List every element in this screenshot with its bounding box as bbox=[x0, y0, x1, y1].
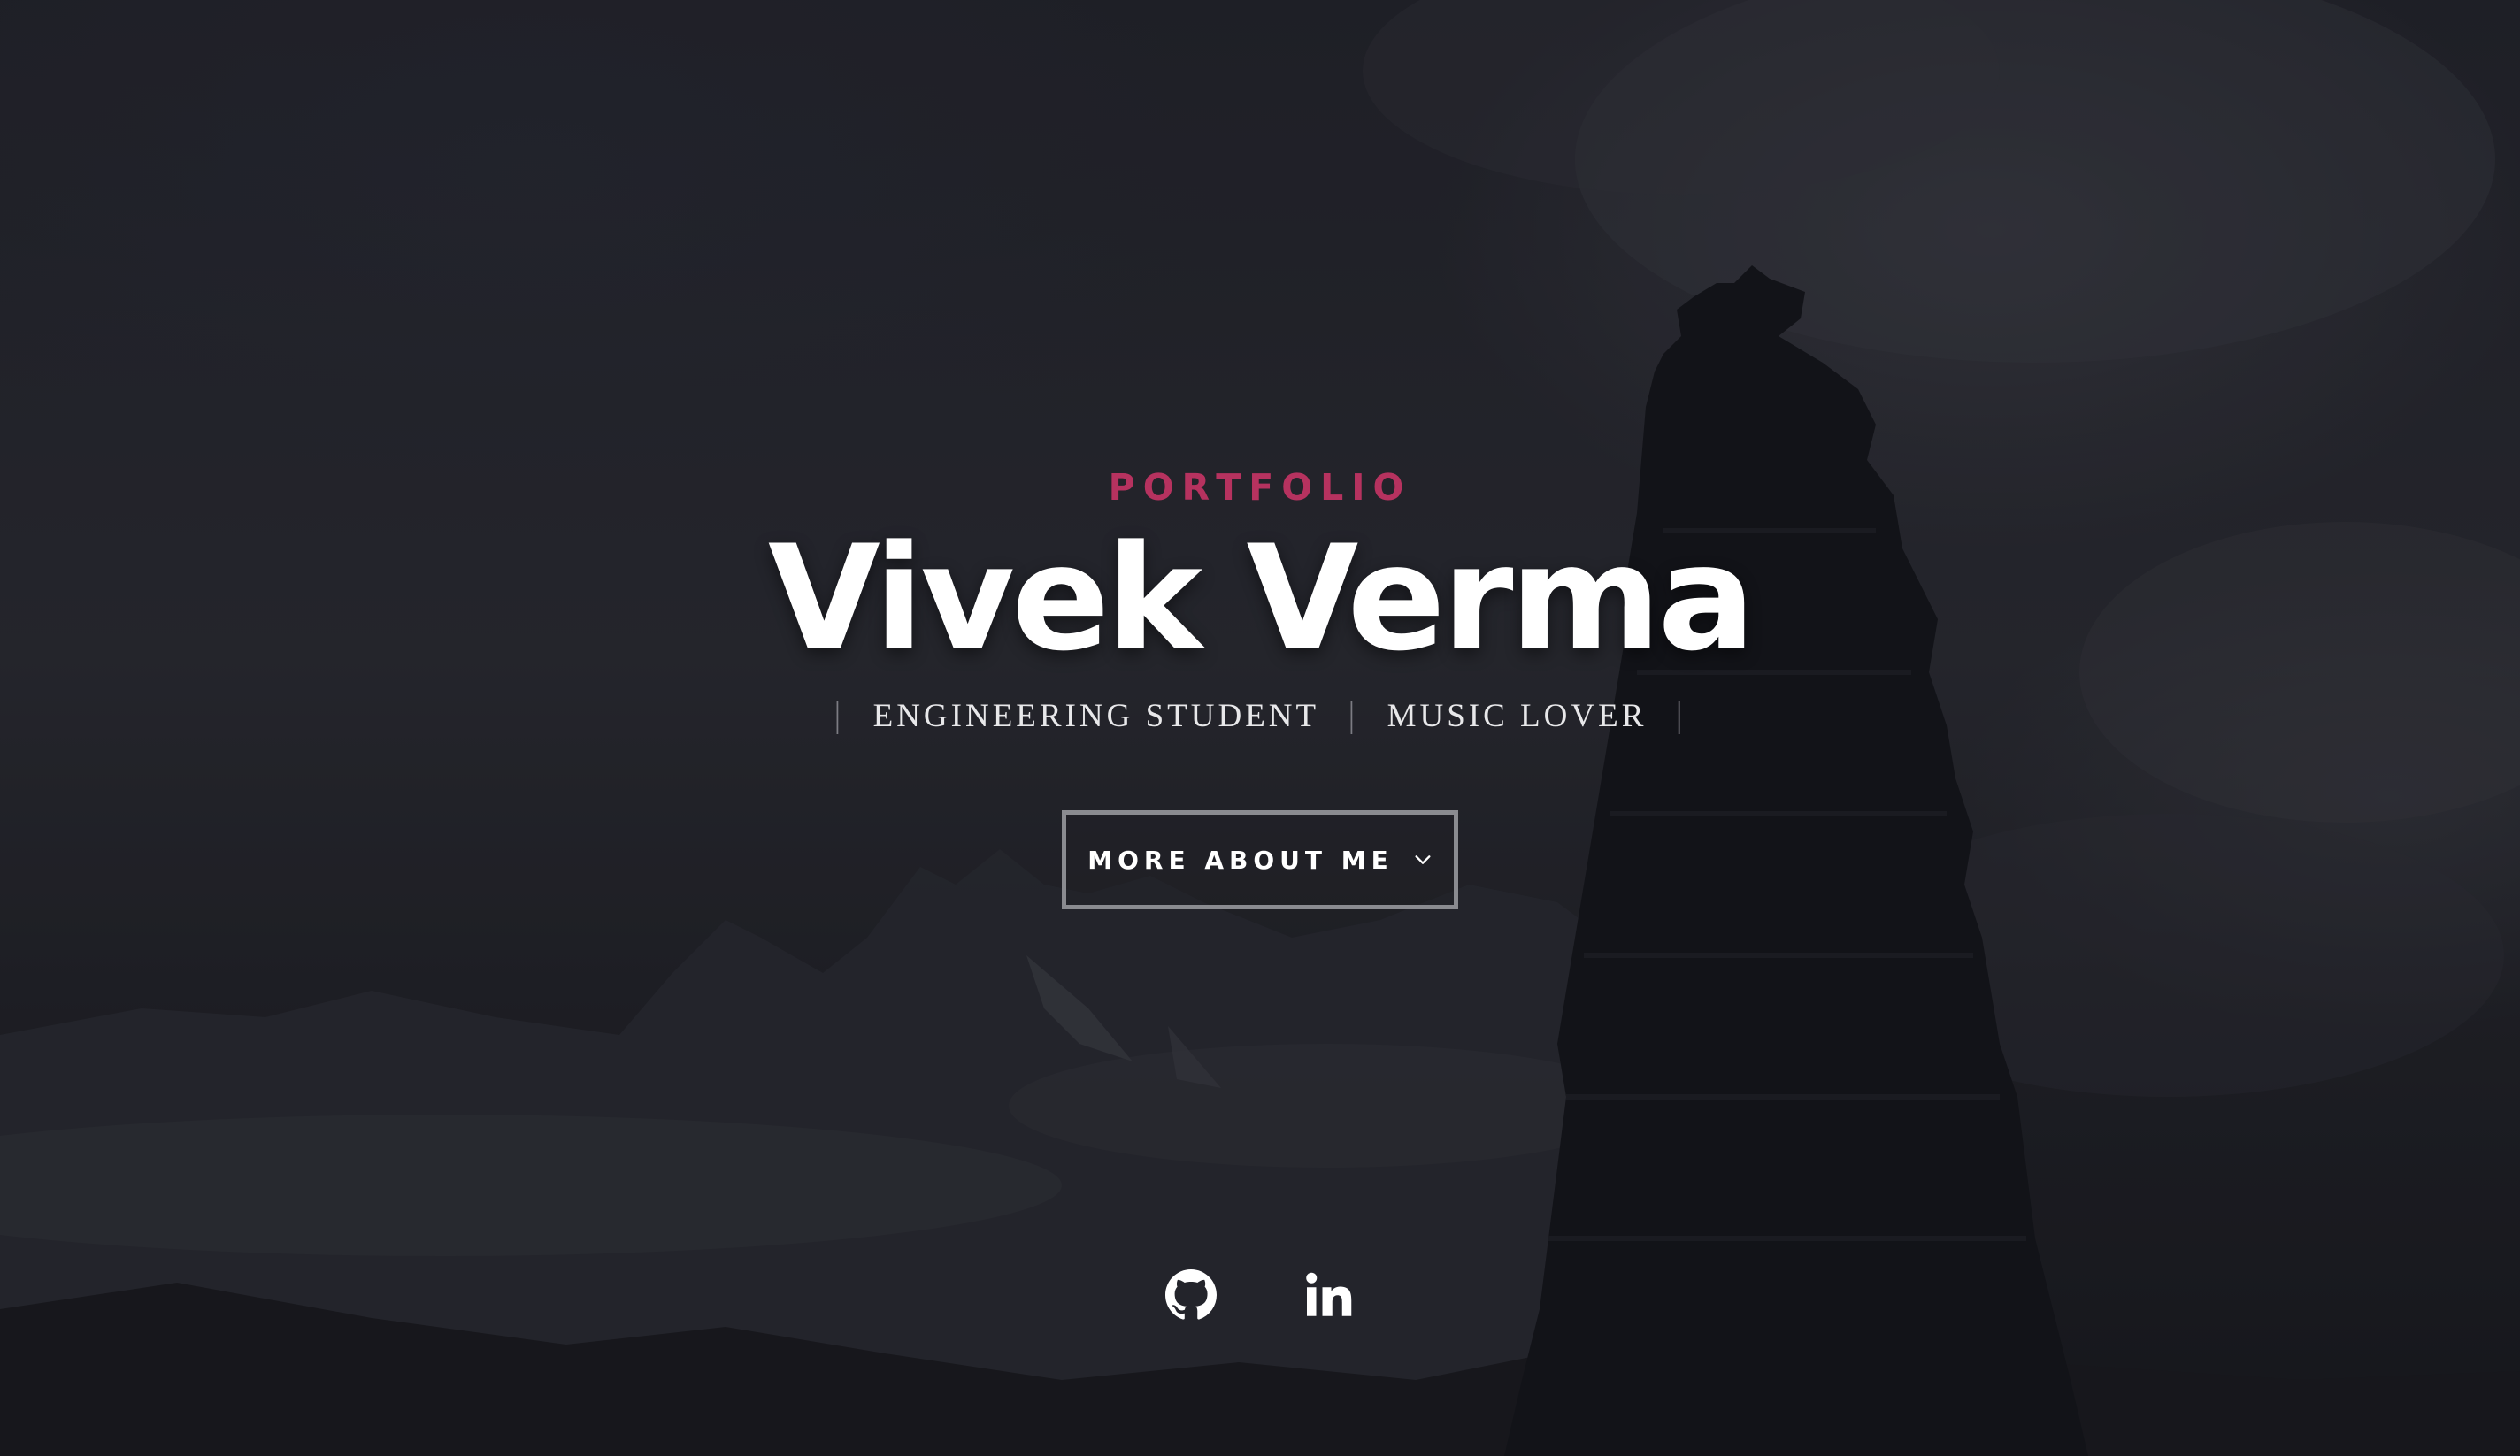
hero-content: PORTFOLIO Vivek Verma | ENGINEERING STUDE… bbox=[0, 456, 2520, 909]
tagline-item-music: MUSIC LOVER bbox=[1387, 698, 1648, 734]
tagline-item-engineering: ENGINEERING STUDENT bbox=[872, 698, 1320, 734]
tagline-separator: | bbox=[1346, 696, 1361, 734]
portfolio-kicker: PORTFOLIO bbox=[1108, 466, 1412, 509]
chevron-down-icon bbox=[1415, 855, 1431, 864]
linkedin-link[interactable] bbox=[1301, 1267, 1357, 1323]
tagline-separator: | bbox=[1673, 696, 1688, 734]
more-about-me-label: MORE ABOUT ME bbox=[1087, 845, 1394, 875]
tagline-separator: | bbox=[832, 696, 847, 734]
tagline: | ENGINEERING STUDENT | MUSIC LOVER | bbox=[0, 689, 2520, 743]
hero-section: PORTFOLIO Vivek Verma | ENGINEERING STUDE… bbox=[0, 0, 2520, 1456]
linkedin-icon bbox=[1306, 1272, 1352, 1316]
more-about-me-button[interactable]: MORE ABOUT ME bbox=[1062, 810, 1458, 909]
github-link[interactable] bbox=[1163, 1267, 1219, 1323]
github-icon bbox=[1165, 1269, 1217, 1320]
social-links bbox=[0, 1267, 2520, 1323]
page-title: Vivek Verma bbox=[767, 514, 1756, 683]
